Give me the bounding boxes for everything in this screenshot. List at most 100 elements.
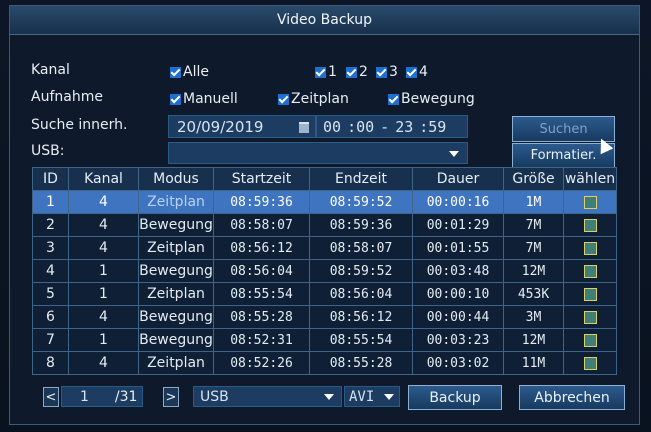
calendar-icon[interactable]	[299, 122, 309, 133]
select-checkbox[interactable]	[583, 264, 597, 278]
select-cell	[563, 213, 617, 237]
kanal-2-checkbox[interactable]: 2	[346, 64, 368, 80]
checkbox-checked-icon	[388, 93, 399, 105]
time-to-hour[interactable]: 23	[395, 118, 413, 136]
aufnahme-bewegung-checkbox[interactable]: Bewegung	[388, 91, 475, 107]
cancel-button[interactable]: Abbrechen	[519, 385, 625, 410]
date-field[interactable]: 20/09/2019	[168, 115, 316, 138]
table-row[interactable]: 4 1 Bewegung 08:56:04 08:59:52 00:03:48 12M	[32, 259, 617, 283]
cell-modus: Bewegung	[138, 305, 214, 329]
checkbox-checked-icon	[376, 66, 387, 78]
checkbox-checked-icon	[406, 66, 417, 78]
chevron-down-icon	[322, 393, 336, 401]
cell-groesse: 12M	[503, 328, 564, 352]
header-id[interactable]: ID	[32, 167, 69, 191]
kanal-4-checkbox[interactable]: 4	[406, 64, 428, 80]
kanal-3-label: 3	[389, 64, 398, 80]
checkbox-checked-icon	[170, 93, 181, 105]
cell-id: 7	[32, 328, 69, 352]
prev-page-button[interactable]: <	[43, 387, 59, 407]
select-cell	[563, 236, 617, 260]
cell-dauer: 00:01:29	[412, 213, 504, 237]
cell-id: 1	[32, 190, 69, 214]
select-checkbox[interactable]	[583, 287, 597, 301]
suche-label: Suche innerh.	[31, 117, 128, 133]
cell-kanal: 4	[68, 236, 139, 260]
aufnahme-manuell-label: Manuell	[183, 91, 238, 107]
cell-modus: Bewegung	[138, 259, 214, 283]
usb-label: USB:	[31, 143, 65, 159]
select-checkbox[interactable]	[583, 195, 597, 209]
cell-id: 6	[32, 305, 69, 329]
cell-modus: Zeitplan	[138, 236, 214, 260]
select-checkbox[interactable]	[583, 356, 597, 370]
header-modus[interactable]: Modus	[138, 167, 214, 191]
backup-device-select[interactable]: USB	[193, 386, 342, 407]
cell-endzeit: 08:59:52	[309, 259, 413, 283]
table-row[interactable]: 2 4 Bewegung 08:58:07 08:59:36 00:01:29 7M	[32, 213, 617, 237]
table-row[interactable]: 6 4 Bewegung 08:55:28 08:56:12 00:00:44 3M	[32, 305, 617, 329]
file-format-select[interactable]: AVI	[344, 386, 400, 407]
kanal-all-label: Alle	[183, 64, 209, 80]
page-number-field[interactable]: 1 /31	[61, 386, 143, 407]
cell-startzeit: 08:55:28	[213, 305, 310, 329]
time-to-minute[interactable]: :59	[419, 118, 446, 136]
date-value: 20/09/2019	[177, 117, 264, 136]
header-kanal[interactable]: Kanal	[68, 167, 139, 191]
cell-dauer: 00:00:10	[412, 282, 504, 306]
header-waehlen[interactable]: wählen	[563, 167, 617, 191]
cell-startzeit: 08:52:26	[213, 351, 310, 375]
kanal-label: Kanal	[31, 62, 70, 78]
next-page-button[interactable]: >	[163, 387, 179, 407]
table-row[interactable]: 7 1 Bewegung 08:52:31 08:55:54 00:03:23 12M	[32, 328, 617, 352]
header-groesse[interactable]: Größe	[503, 167, 564, 191]
kanal-1-label: 1	[328, 64, 337, 80]
kanal-4-label: 4	[419, 64, 428, 80]
table-row[interactable]: 1 4 Zeitplan 08:59:36 08:59:52 00:00:16 1M	[32, 190, 617, 214]
checkbox-checked-icon	[170, 66, 181, 78]
cell-id: 4	[32, 259, 69, 283]
usb-select[interactable]	[168, 142, 468, 164]
kanal-3-checkbox[interactable]: 3	[376, 64, 398, 80]
aufnahme-zeitplan-checkbox[interactable]: Zeitplan	[278, 91, 349, 107]
cell-id: 2	[32, 213, 69, 237]
chevron-down-icon	[447, 150, 461, 158]
header-dauer[interactable]: Dauer	[412, 167, 504, 191]
cell-modus: Zeitplan	[138, 351, 214, 375]
select-checkbox[interactable]	[583, 333, 597, 347]
aufnahme-manuell-checkbox[interactable]: Manuell	[170, 91, 238, 107]
kanal-all-checkbox[interactable]: Alle	[170, 64, 209, 80]
cell-kanal: 4	[68, 190, 139, 214]
select-checkbox[interactable]	[583, 310, 597, 324]
cell-dauer: 00:00:16	[412, 190, 504, 214]
cell-startzeit: 08:59:36	[213, 190, 310, 214]
cell-kanal: 4	[68, 351, 139, 375]
cell-dauer: 00:03:23	[412, 328, 504, 352]
backup-device-value: USB	[200, 388, 229, 405]
cell-startzeit: 08:52:31	[213, 328, 310, 352]
cell-endzeit: 08:58:07	[309, 236, 413, 260]
backup-button[interactable]: Backup	[408, 385, 502, 410]
header-startzeit[interactable]: Startzeit	[213, 167, 310, 191]
kanal-1-checkbox[interactable]: 1	[315, 64, 337, 80]
kanal-2-label: 2	[359, 64, 368, 80]
select-cell	[563, 282, 617, 306]
select-cell	[563, 190, 617, 214]
checkbox-checked-icon	[315, 66, 326, 78]
time-from-hour[interactable]: 00	[323, 118, 341, 136]
table-row[interactable]: 3 4 Zeitplan 08:56:12 08:58:07 00:01:55 7M	[32, 236, 617, 260]
header-endzeit[interactable]: Endzeit	[309, 167, 413, 191]
checkbox-checked-icon	[346, 66, 357, 78]
select-checkbox[interactable]	[583, 218, 597, 232]
select-checkbox[interactable]	[583, 241, 597, 255]
table-row[interactable]: 5 1 Zeitplan 08:55:54 08:56:04 00:00:10 453K	[32, 282, 617, 306]
time-range-field[interactable]: 00 :00 - 23 :59	[316, 115, 468, 138]
cell-endzeit: 08:55:28	[309, 351, 413, 375]
cell-endzeit: 08:56:12	[309, 305, 413, 329]
select-cell	[563, 305, 617, 329]
cell-modus: Zeitplan	[138, 190, 214, 214]
cell-id: 5	[32, 282, 69, 306]
time-from-minute[interactable]: :00	[347, 118, 374, 136]
cell-endzeit: 08:55:54	[309, 328, 413, 352]
table-row[interactable]: 8 4 Zeitplan 08:52:26 08:55:28 00:03:02 11M	[32, 351, 617, 375]
